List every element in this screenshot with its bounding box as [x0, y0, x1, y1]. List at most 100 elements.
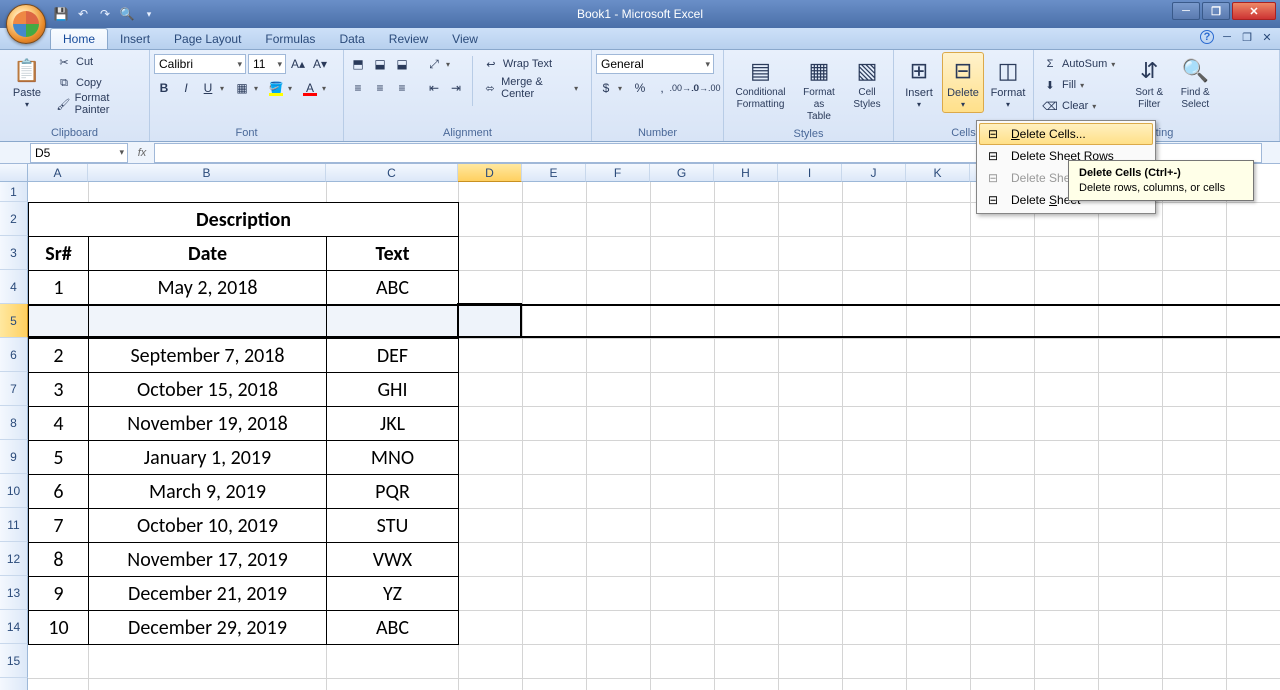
column-header-J[interactable]: J [842, 164, 906, 182]
worksheet-grid[interactable]: ABCDEFGHIJKLMNO 12345678910111213141516 … [0, 164, 1280, 690]
conditional-formatting-button[interactable]: ▤Conditional Formatting [728, 52, 793, 114]
clear-button[interactable]: ⌫Clear▾ [1038, 96, 1125, 116]
tab-formulas[interactable]: Formulas [253, 29, 327, 49]
increase-indent-button[interactable]: ⇥ [446, 78, 466, 98]
fill-down-icon: ⬇ [1042, 77, 1058, 93]
row-header-1[interactable]: 1 [0, 182, 28, 202]
border-button[interactable]: ▦ [232, 78, 252, 98]
tab-page-layout[interactable]: Page Layout [162, 29, 253, 49]
restore-workbook-icon[interactable]: ❐ [1240, 30, 1254, 44]
row-header-13[interactable]: 13 [0, 576, 28, 610]
column-header-H[interactable]: H [714, 164, 778, 182]
cut-button[interactable]: ✂Cut [52, 52, 145, 72]
sort-filter-button[interactable]: ⇵Sort & Filter [1127, 52, 1171, 114]
row-header-2[interactable]: 2 [0, 202, 28, 236]
decrease-decimal-button[interactable]: .0→.00 [696, 78, 716, 98]
tab-insert[interactable]: Insert [108, 29, 162, 49]
menu-item-delete-cells-[interactable]: ⊟Delete Cells... [979, 123, 1153, 145]
office-button[interactable] [6, 4, 46, 44]
copy-button[interactable]: ⧉Copy [52, 73, 145, 93]
row-header-4[interactable]: 4 [0, 270, 28, 304]
fill-color-button[interactable]: 🪣 [266, 78, 286, 98]
redo-icon[interactable]: ↷ [96, 5, 114, 23]
tab-home[interactable]: Home [50, 28, 108, 49]
row-header-10[interactable]: 10 [0, 474, 28, 508]
italic-button[interactable]: I [176, 78, 196, 98]
column-header-I[interactable]: I [778, 164, 842, 182]
align-top-button[interactable]: ⬒ [348, 54, 368, 74]
name-box[interactable]: D5 [30, 143, 128, 163]
align-middle-button[interactable]: ⬓ [370, 54, 390, 74]
print-preview-icon[interactable]: 🔍 [118, 5, 136, 23]
autosum-button[interactable]: ΣAutoSum▾ [1038, 54, 1125, 74]
minimize-button[interactable]: ─ [1172, 2, 1200, 20]
wrap-text-button[interactable]: ↩Wrap Text [479, 54, 587, 74]
save-icon[interactable]: 💾 [52, 5, 70, 23]
column-header-K[interactable]: K [906, 164, 970, 182]
column-header-G[interactable]: G [650, 164, 714, 182]
column-header-B[interactable]: B [88, 164, 326, 182]
column-header-D[interactable]: D [458, 164, 522, 182]
delete-row-icon: ⊟ [981, 193, 1005, 207]
quick-access-toolbar: 💾 ↶ ↷ 🔍 ▾ [52, 5, 158, 23]
orientation-button[interactable]: ⤢ [424, 54, 444, 74]
merge-center-button[interactable]: ⬄Merge & Center▾ [479, 78, 587, 98]
row-header-3[interactable]: 3 [0, 236, 28, 270]
delete-cells-tooltip: Delete Cells (Ctrl+-) Delete rows, colum… [1068, 160, 1254, 201]
delete-cells-button[interactable]: ⊟Delete▾ [942, 52, 984, 113]
row-header-6[interactable]: 6 [0, 338, 28, 372]
row-header-12[interactable]: 12 [0, 542, 28, 576]
grow-font-button[interactable]: A▴ [288, 54, 308, 74]
find-select-button[interactable]: 🔍Find & Select [1173, 52, 1217, 114]
row-header-14[interactable]: 14 [0, 610, 28, 644]
cf-icon: ▤ [745, 55, 777, 87]
column-header-C[interactable]: C [326, 164, 458, 182]
font-name-combo[interactable]: Calibri [154, 54, 246, 74]
bold-button[interactable]: B [154, 78, 174, 98]
fx-icon[interactable]: fx [132, 143, 152, 163]
restore-button[interactable]: ❐ [1202, 2, 1230, 20]
undo-icon[interactable]: ↶ [74, 5, 92, 23]
align-center-button[interactable]: ≡ [370, 78, 390, 98]
insert-cells-button[interactable]: ⊞Insert▾ [898, 52, 940, 113]
align-bottom-button[interactable]: ⬓ [392, 54, 412, 74]
qat-customize-icon[interactable]: ▾ [140, 5, 158, 23]
paste-button[interactable]: 📋 Paste ▾ [4, 52, 50, 113]
column-header-A[interactable]: A [28, 164, 88, 182]
fill-button[interactable]: ⬇Fill▾ [1038, 75, 1125, 95]
close-workbook-icon[interactable]: ✕ [1260, 30, 1274, 44]
row-header-11[interactable]: 11 [0, 508, 28, 542]
insert-icon: ⊞ [903, 55, 935, 87]
tab-view[interactable]: View [440, 29, 490, 49]
align-left-button[interactable]: ≡ [348, 78, 368, 98]
minimize-ribbon-icon[interactable]: ─ [1220, 30, 1234, 44]
decrease-indent-button[interactable]: ⇤ [424, 78, 444, 98]
tab-review[interactable]: Review [377, 29, 440, 49]
help-icon[interactable]: ? [1200, 30, 1214, 44]
font-size-combo[interactable]: 11 [248, 54, 286, 74]
shrink-font-button[interactable]: A▾ [310, 54, 330, 74]
row-header-8[interactable]: 8 [0, 406, 28, 440]
column-header-F[interactable]: F [586, 164, 650, 182]
column-header-E[interactable]: E [522, 164, 586, 182]
row-header-5[interactable]: 5 [0, 304, 28, 338]
row-header-15[interactable]: 15 [0, 644, 28, 678]
row-header-16[interactable]: 16 [0, 678, 28, 690]
percent-button[interactable]: % [630, 78, 650, 98]
accounting-button[interactable]: $ [596, 78, 616, 98]
tab-data[interactable]: Data [327, 29, 376, 49]
number-format-combo[interactable]: General [596, 54, 714, 74]
format-as-table-button[interactable]: ▦Format as Table [795, 52, 843, 126]
format-cells-button[interactable]: ◫Format▾ [986, 52, 1030, 113]
close-button[interactable]: ✕ [1232, 2, 1276, 20]
select-all-corner[interactable] [0, 164, 28, 182]
align-right-button[interactable]: ≡ [392, 78, 412, 98]
underline-button[interactable]: U [198, 78, 218, 98]
cell-styles-button[interactable]: ▧Cell Styles [845, 52, 889, 114]
sort-icon: ⇵ [1133, 55, 1165, 87]
format-painter-button[interactable]: 🖌Format Painter [52, 94, 145, 114]
delete-row-icon: ⊟ [981, 171, 1005, 185]
row-header-7[interactable]: 7 [0, 372, 28, 406]
font-color-button[interactable]: A [300, 78, 320, 98]
row-header-9[interactable]: 9 [0, 440, 28, 474]
